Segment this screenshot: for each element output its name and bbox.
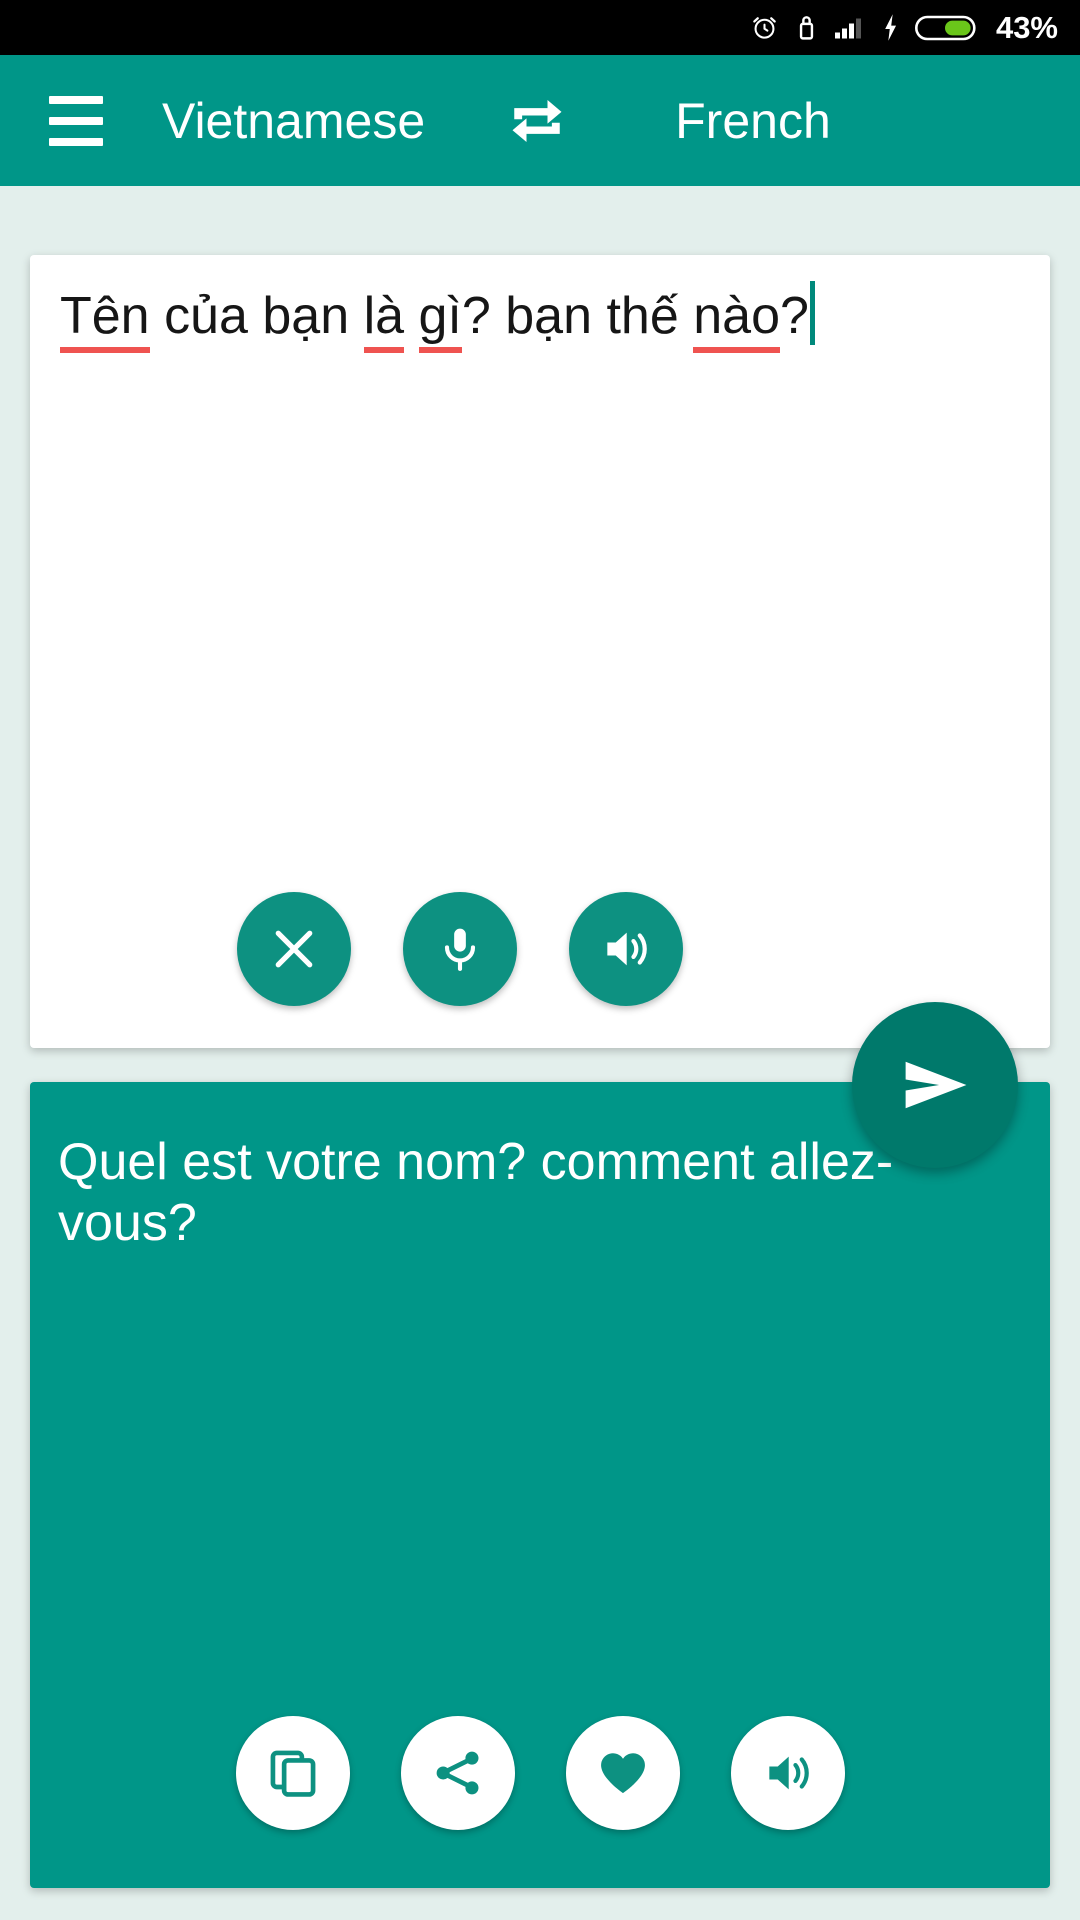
- battery-percent-label: 43%: [995, 9, 1058, 45]
- misspelled-word: Tên: [60, 287, 150, 353]
- listen-target-button[interactable]: [730, 1716, 845, 1830]
- copy-icon: [270, 1750, 315, 1797]
- speaker-icon: [607, 932, 647, 966]
- swap-languages-button[interactable]: [491, 75, 583, 167]
- source-text-input[interactable]: Tên của bạn là gì? bạn thế nào?: [60, 281, 1022, 353]
- source-text-fragment: của: [164, 287, 248, 345]
- app-bar: Vietnamese French: [0, 55, 1080, 186]
- hamburger-icon-line: [49, 116, 103, 125]
- signal-icon: [834, 18, 861, 39]
- listen-source-button[interactable]: [569, 892, 683, 1006]
- swap-icon: [512, 99, 562, 142]
- status-clock: 1:53: [26, 18, 58, 36]
- source-text-fragment: bạn: [262, 287, 350, 345]
- alarm-icon: [753, 17, 776, 39]
- mic-button[interactable]: [403, 892, 517, 1006]
- source-text-fragment: [679, 287, 693, 345]
- hamburger-icon-line: [49, 137, 103, 146]
- source-text-fragment: [592, 287, 606, 345]
- target-language-selector[interactable]: French: [675, 92, 831, 150]
- source-text-fragment: [150, 287, 164, 345]
- status-icons-group: 43%: [750, 10, 1058, 46]
- misspelled-word: nào: [693, 287, 780, 353]
- source-text-card[interactable]: Tên của bạn là gì? bạn thế nào?: [30, 255, 1050, 1048]
- menu-button[interactable]: [28, 73, 124, 169]
- heart-icon: [600, 1753, 645, 1794]
- speaker-icon: [768, 1756, 809, 1790]
- misspelled-word: là: [363, 287, 405, 353]
- share-icon: [436, 1751, 478, 1795]
- charging-bolt-icon: [885, 14, 897, 41]
- source-text-fragment: [404, 287, 418, 345]
- clear-button[interactable]: [237, 892, 351, 1006]
- source-text-fragment: ?: [461, 287, 506, 345]
- source-actions-row: [30, 892, 1050, 1006]
- hamburger-icon-line: [49, 95, 103, 104]
- source-text-value: Tên của bạn là gì? bạn thế nào?: [60, 287, 809, 353]
- source-language-selector[interactable]: Vietnamese: [162, 92, 425, 150]
- copy-button[interactable]: [235, 1716, 350, 1830]
- close-icon: [275, 930, 313, 968]
- status-bar: 1:53 43%: [0, 0, 1080, 55]
- favorite-button[interactable]: [565, 1716, 680, 1830]
- vibrate-icon: [799, 16, 814, 40]
- source-text-fragment: [248, 287, 262, 345]
- send-button[interactable]: [852, 1002, 1018, 1168]
- result-actions-row: [30, 1716, 1050, 1830]
- misspelled-word: gì: [418, 287, 462, 353]
- send-icon: [905, 1061, 967, 1109]
- source-text-fragment: [349, 287, 363, 345]
- source-text-fragment: ?: [780, 287, 809, 345]
- translation-result-card: Quel est votre nom? comment allez-vous?: [30, 1082, 1050, 1888]
- source-text-fragment: bạn: [505, 287, 593, 345]
- share-button[interactable]: [400, 1716, 515, 1830]
- translated-text: Quel est votre nom? comment allez-vous?: [58, 1133, 894, 1253]
- source-text-fragment: thế: [606, 287, 679, 345]
- battery-icon: [914, 15, 976, 40]
- microphone-icon: [444, 928, 476, 971]
- text-caret: [809, 281, 815, 345]
